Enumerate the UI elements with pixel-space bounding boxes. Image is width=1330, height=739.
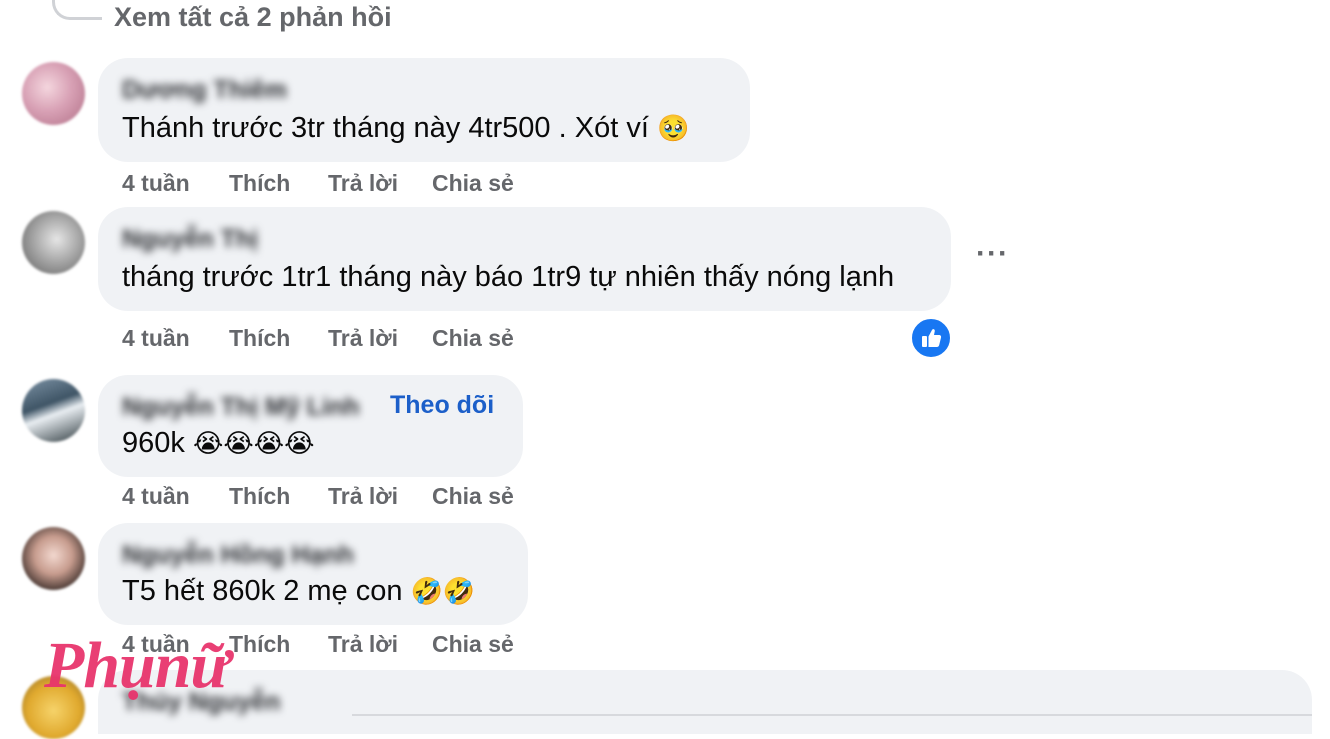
- comment-text-body: T5 hết 860k 2 mẹ con: [122, 575, 403, 607]
- avatar[interactable]: [22, 211, 85, 274]
- like-button[interactable]: Thích: [229, 483, 290, 510]
- follow-button[interactable]: Theo dõi: [390, 391, 494, 420]
- comment-text: T5 hết 860k 2 mẹ con 🤣🤣: [122, 575, 475, 608]
- comment-text-body: Thánh trước 3tr tháng này 4tr500 . Xót v…: [122, 112, 649, 144]
- comment-author[interactable]: Dương Thiêm: [122, 76, 287, 105]
- comment-time[interactable]: 4 tuần: [122, 483, 190, 510]
- thread-connector: [52, 0, 102, 20]
- share-button[interactable]: Chia sẻ: [432, 483, 514, 510]
- pleading-face-emoji: 🥹: [656, 114, 690, 144]
- watermark-logo: Phụnữ: [44, 629, 230, 702]
- like-button[interactable]: Thích: [229, 325, 290, 352]
- reply-button[interactable]: Trả lời: [328, 170, 398, 197]
- comment-text-body: 960k: [122, 427, 185, 459]
- divider: [352, 714, 1312, 716]
- avatar[interactable]: [22, 379, 85, 442]
- comment-bubble: Nguyễn Hồng Hạnh T5 hết 860k 2 mẹ con 🤣🤣: [98, 523, 528, 625]
- share-button[interactable]: Chia sẻ: [432, 631, 514, 658]
- comment-bubble: Nguyễn Thị Mỹ Linh Theo dõi 960k 😭😭😭😭: [98, 375, 523, 477]
- comment-bubble: Nguyễn Thị tháng trước 1tr1 tháng này bá…: [98, 207, 951, 311]
- crying-face-emoji: 😭😭😭😭: [192, 429, 315, 459]
- more-options-button[interactable]: ···: [976, 237, 1009, 271]
- reply-button[interactable]: Trả lời: [328, 631, 398, 658]
- like-button[interactable]: Thích: [229, 170, 290, 197]
- comment-bubble: Dương Thiêm Thánh trước 3tr tháng này 4t…: [98, 58, 750, 162]
- comment-text: tháng trước 1tr1 tháng này báo 1tr9 tự n…: [122, 261, 895, 293]
- thumbs-up-icon: [922, 329, 942, 347]
- share-button[interactable]: Chia sẻ: [432, 170, 514, 197]
- reply-button[interactable]: Trả lời: [328, 325, 398, 352]
- comment-author[interactable]: Nguyễn Thị Mỹ Linh: [122, 393, 360, 422]
- comment-time[interactable]: 4 tuần: [122, 170, 190, 197]
- avatar[interactable]: [22, 62, 85, 125]
- like-button[interactable]: Thích: [229, 631, 290, 658]
- avatar[interactable]: [22, 527, 85, 590]
- comment-text: 960k 😭😭😭😭: [122, 427, 314, 460]
- share-button[interactable]: Chia sẻ: [432, 325, 514, 352]
- comment-author[interactable]: Nguyễn Hồng Hạnh: [122, 541, 354, 570]
- comment-time[interactable]: 4 tuần: [122, 325, 190, 352]
- like-reaction-badge[interactable]: [910, 317, 952, 359]
- rolling-laughing-emoji: 🤣🤣: [410, 577, 476, 607]
- comment-author[interactable]: Nguyễn Thị: [122, 225, 258, 254]
- comment-text: Thánh trước 3tr tháng này 4tr500 . Xót v…: [122, 112, 689, 145]
- view-all-replies-link[interactable]: Xem tất cả 2 phản hồi: [114, 2, 392, 33]
- comment-bubble: Thúy Nguyễn: [98, 670, 1312, 734]
- reply-button[interactable]: Trả lời: [328, 483, 398, 510]
